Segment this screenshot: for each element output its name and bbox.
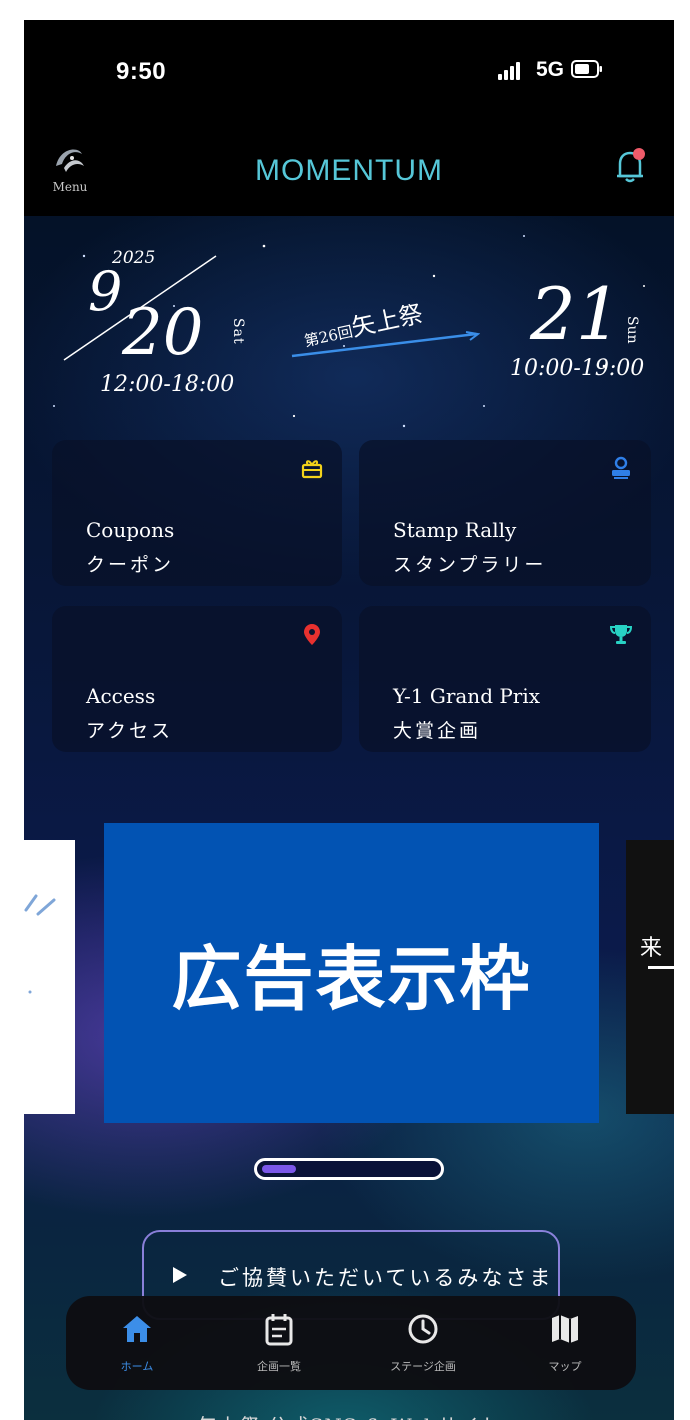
nav-tab-map[interactable]: マップ [510,1296,620,1390]
nav-label: 企画一覧 [257,1360,301,1373]
weekday-2: Sun [624,316,640,344]
nav-label: ステージ企画 [390,1360,456,1373]
stamp-rally-tile[interactable]: Stamp Rally スタンプラリー [359,440,651,586]
tile-title-ja: アクセス [86,720,174,742]
signal-icon [498,62,520,80]
calendar-icon [265,1314,293,1346]
next-ad-peek[interactable] [626,840,674,1114]
map-pin-icon [304,624,320,645]
nav-tab-events[interactable]: 企画一覧 [224,1296,334,1390]
tile-title-en: Access [86,684,156,708]
previous-ad-peek[interactable] [24,840,75,1114]
brand-title: MOMENTUM [255,154,443,187]
nav-label: マップ [548,1360,582,1373]
carousel-pager[interactable] [254,1158,444,1180]
access-tile[interactable]: Access アクセス [52,606,342,752]
festival-day-2: 21 [530,272,622,356]
bottom-nav: ホーム 企画一覧 ステージ企画 マップ [66,1296,636,1390]
next-ad-peek-text: 来 [640,936,663,961]
weekday-1: Sat [230,318,246,345]
festival-day-1: 20 [122,296,204,370]
tile-title-en: Stamp Rally [393,518,517,542]
coupons-tile[interactable]: Coupons クーポン [52,440,342,586]
app-screen: 9:50 5G Menu MOMENTUM 2025 9 20 Sat 12:0… [24,20,674,1420]
hours-day-2: 10:00-19:00 [510,356,645,381]
grand-prix-tile[interactable]: Y-1 Grand Prix 大賞企画 [359,606,651,752]
gift-icon [301,460,323,479]
sparkle-decoration [24,894,56,994]
battery-icon [571,60,602,78]
next-ad-underline [648,966,674,969]
nav-label: ホーム [120,1360,154,1373]
home-icon [123,1316,151,1342]
trophy-icon [609,625,633,644]
festival-month: 9 [88,260,123,323]
tile-title-en: Y-1 Grand Prix [393,684,541,708]
menu-button[interactable]: Menu [40,136,100,198]
pager-indicator [262,1165,296,1173]
clock-time: 9:50 [116,58,167,85]
nav-tab-stage[interactable]: ステージ企画 [368,1296,478,1390]
menu-label: Menu [52,180,88,194]
nav-tab-home[interactable]: ホーム [82,1296,192,1390]
app-header: Menu MOMENTUM [24,120,674,216]
tile-title-ja: 大賞企画 [393,720,482,742]
ad-banner[interactable]: 広告表示枠 [104,823,599,1123]
hours-day-1: 12:00-18:00 [100,372,235,397]
festival-dates: 2025 9 20 Sat 12:00-18:00 第26回矢上祭 21 Sun… [24,240,674,410]
play-icon [173,1267,187,1283]
stamp-icon [612,456,630,479]
sns-link[interactable]: 矢上祭 公式SNS & Webサイト [144,1410,554,1420]
network-type: 5G [536,58,565,81]
clock-icon [408,1314,438,1344]
status-bar: 9:50 5G [24,20,674,120]
notification-bell-icon[interactable] [612,146,648,186]
tile-title-en: Coupons [86,518,175,542]
tile-title-ja: クーポン [86,554,175,576]
ad-placeholder-text: 広告表示枠 [171,937,532,1020]
tile-title-ja: スタンプラリー [393,554,547,576]
festival-logo-icon [56,149,84,172]
sponsors-label: ご協賛いただいているみなさま [218,1266,554,1290]
map-icon [552,1315,578,1343]
